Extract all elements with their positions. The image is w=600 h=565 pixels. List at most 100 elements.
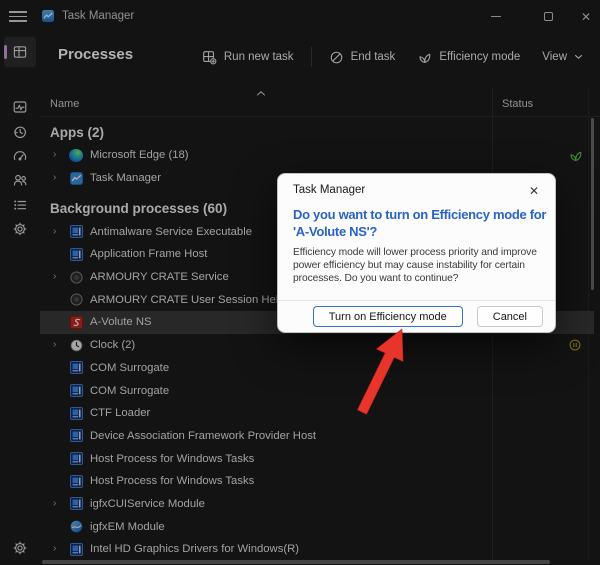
column-header-name[interactable]: Name	[50, 98, 79, 110]
window-title: Task Manager	[62, 10, 135, 22]
process-name: Application Frame Host	[90, 248, 208, 261]
sidebar-item-app-history[interactable]	[4, 119, 36, 145]
sidebar-item-settings[interactable]	[4, 535, 36, 561]
expander-chevron-right-icon[interactable]: ›	[53, 498, 63, 509]
processes-grid-icon	[13, 46, 27, 58]
chevron-down-icon	[574, 54, 583, 59]
dialog-close-icon[interactable]: ✕	[524, 181, 544, 201]
process-name: Task Manager	[90, 172, 161, 185]
taskmgr-process-icon	[69, 171, 83, 185]
view-label: View	[542, 51, 567, 63]
turn-on-efficiency-mode-button[interactable]: Turn on Efficiency mode	[312, 306, 463, 327]
sidebar	[0, 33, 40, 565]
run-new-task-label: Run new task	[223, 51, 294, 63]
end-task-button[interactable]: End task	[320, 45, 405, 70]
view-dropdown[interactable]: View	[533, 46, 592, 68]
dialog-heading-line2: 'A-Volute NS'?	[293, 224, 378, 239]
process-name: ARMOURY CRATE Service	[90, 271, 229, 284]
process-row[interactable]: Host Process for Windows Tasks	[40, 470, 594, 493]
sidebar-item-details[interactable]	[4, 192, 36, 218]
window-process-icon	[69, 429, 83, 443]
toolbar: Run new task End task Efficiency mode Vi…	[193, 41, 592, 73]
expander-chevron-right-icon[interactable]: ›	[53, 544, 63, 554]
expander-chevron-right-icon[interactable]: ›	[53, 150, 63, 160]
run-new-task-button[interactable]: Run new task	[193, 45, 303, 70]
end-task-label: End task	[350, 51, 396, 63]
igfxem-process-icon	[69, 520, 83, 534]
process-name: Microsoft Edge (18)	[90, 149, 189, 162]
details-list-icon	[14, 200, 27, 210]
window-process-icon	[69, 474, 83, 488]
page-title: Processes	[58, 46, 134, 63]
end-task-icon	[330, 51, 342, 63]
armoury-process-icon	[69, 270, 83, 284]
process-row[interactable]: COM Surrogate	[40, 379, 594, 402]
efficiency-mode-button[interactable]: Efficiency mode	[408, 45, 529, 70]
avolute-process-icon	[69, 315, 83, 329]
startup-gauge-icon	[13, 151, 27, 161]
process-row[interactable]: Device Association Framework Provider Ho…	[40, 425, 594, 448]
efficiency-mode-leaf-icon	[419, 53, 431, 63]
window-process-icon	[69, 247, 83, 261]
efficiency-mode-dialog: Task Manager ✕ Do you want to turn on Ef…	[277, 173, 556, 333]
efficiency-leaf-status-icon	[567, 147, 583, 163]
table-header[interactable]: Name Status	[40, 88, 600, 117]
process-row[interactable]: CTF Loader	[40, 402, 594, 425]
task-manager-app-icon	[42, 10, 54, 22]
sidebar-item-performance[interactable]	[4, 94, 36, 120]
window-process-icon	[69, 452, 83, 466]
process-name: A-Volute NS	[90, 316, 152, 329]
task-manager-window: Task Manager ✕ Processes Run new task En…	[0, 0, 600, 565]
dialog-heading-line1: Do you want to turn on Efficiency mode f…	[293, 207, 547, 222]
toolbar-divider	[310, 47, 312, 67]
users-icon	[13, 174, 27, 186]
column-header-status[interactable]: Status	[502, 98, 533, 110]
process-name: COM Surrogate	[90, 384, 170, 397]
process-row[interactable]: › Clock (2)	[40, 334, 594, 357]
expander-chevron-right-icon[interactable]: ›	[53, 272, 63, 282]
run-new-task-icon	[203, 50, 217, 65]
process-name: Host Process for Windows Tasks	[90, 475, 255, 488]
process-row[interactable]: Host Process for Windows Tasks	[40, 447, 594, 470]
performance-pulse-icon	[13, 101, 27, 113]
process-name: Intel HD Graphics Drivers for Windows(R)	[90, 543, 300, 556]
dialog-heading: Do you want to turn on Efficiency mode f…	[293, 206, 547, 240]
suspended-pause-status-icon	[567, 337, 583, 353]
sidebar-item-services[interactable]	[4, 216, 36, 242]
efficiency-mode-label: Efficiency mode	[439, 51, 521, 63]
services-gear-icon	[13, 222, 27, 236]
process-row[interactable]: › Intel HD Graphics Drivers for Windows(R…	[40, 538, 594, 561]
window-process-icon	[69, 406, 83, 420]
clock-process-icon	[69, 338, 83, 352]
expander-chevron-right-icon[interactable]: ›	[53, 173, 63, 183]
process-name: Antimalware Service Executable	[90, 225, 252, 238]
sidebar-item-processes[interactable]	[4, 37, 36, 67]
process-name: Device Association Framework Provider Ho…	[90, 429, 317, 442]
process-row[interactable]: igfxEM Module	[40, 515, 594, 538]
accent-pill	[4, 45, 7, 59]
vertical-scrollbar[interactable]	[591, 118, 594, 290]
sidebar-item-users[interactable]	[4, 167, 36, 193]
close-button[interactable]: ✕	[566, 0, 600, 33]
hamburger-menu-icon[interactable]	[9, 11, 27, 22]
window-process-icon	[69, 542, 83, 556]
dialog-footer: Turn on Efficiency mode Cancel	[278, 300, 555, 332]
process-name: Host Process for Windows Tasks	[90, 452, 255, 465]
maximize-button[interactable]	[528, 0, 568, 33]
process-row[interactable]: COM Surrogate	[40, 357, 594, 380]
page-header: Processes Run new task End task Efficien…	[40, 33, 600, 80]
process-name: igfxEM Module	[90, 520, 165, 533]
process-name: CTF Loader	[90, 407, 151, 420]
settings-gear-icon	[13, 541, 27, 555]
expander-chevron-right-icon[interactable]: ›	[53, 226, 63, 237]
process-row[interactable]: › Microsoft Edge (18)	[40, 144, 594, 167]
group-header: Apps (2)	[50, 125, 104, 140]
armoury-process-icon	[69, 293, 83, 307]
cancel-button[interactable]: Cancel	[476, 306, 543, 327]
minimize-button[interactable]	[476, 0, 516, 33]
expander-chevron-right-icon[interactable]: ›	[53, 340, 63, 350]
edge-process-icon	[69, 148, 83, 163]
sidebar-item-startup-apps[interactable]	[4, 143, 36, 169]
process-row[interactable]: › igfxCUIService Module	[40, 493, 594, 516]
horizontal-scrollbar[interactable]	[42, 560, 550, 564]
